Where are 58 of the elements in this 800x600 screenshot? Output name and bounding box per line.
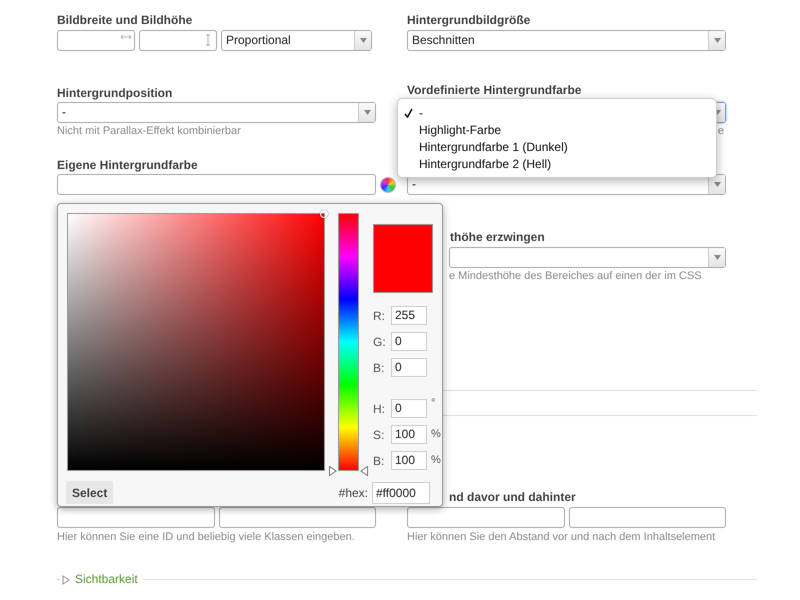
hex-label: #hex: (338, 484, 368, 502)
picker-handle[interactable] (320, 210, 328, 218)
hex-field[interactable]: #ff0000 (372, 482, 430, 504)
field-label: B: (373, 452, 386, 470)
dropdown-option[interactable]: - (398, 104, 716, 121)
saturation-brightness-area[interactable] (67, 213, 325, 471)
field-hint: Nicht mit Parallax-Effekt kombinierbar (57, 124, 242, 138)
field-label: G: (373, 334, 387, 350)
field-label: Hintergrundposition (57, 86, 174, 101)
caret-icon (364, 110, 370, 115)
field-label: Vordefinierte Hintergrundfarbe (407, 83, 582, 98)
text-field[interactable] (57, 507, 214, 528)
select-field[interactable]: - (57, 102, 376, 123)
field-label: S: (373, 426, 386, 444)
value-field[interactable]: 0 (391, 332, 427, 351)
text-field[interactable] (407, 507, 564, 528)
caret-icon (714, 182, 720, 187)
expand-triangle-icon[interactable] (61, 574, 71, 584)
select-field[interactable]: Beschnitten (407, 30, 726, 51)
field-label: R: (373, 308, 386, 324)
field-label: Hintergrundbildgröße (407, 13, 532, 28)
vertical-arrows-icon (205, 34, 211, 46)
field-hint: e Mindesthöhe des Bereiches auf einen der im CSS (448, 269, 703, 283)
field-label: H: (373, 400, 386, 418)
select-button[interactable]: Select (66, 481, 114, 504)
value-field[interactable]: 0 (391, 358, 427, 377)
unit-label: ° (431, 396, 436, 411)
value-field[interactable]: 255 (391, 306, 427, 325)
horizontal-arrows-icon (121, 34, 131, 40)
dropdown-option[interactable]: Highlight-Farbe (398, 121, 716, 138)
field-hint: e (718, 124, 725, 138)
select-field[interactable]: Proportional (221, 30, 372, 51)
color-wheel-icon[interactable] (380, 176, 396, 192)
value-field[interactable]: 0 (391, 399, 427, 418)
field-hint: Hier können Sie den Abstand vor und nach dem Inhaltselement (407, 530, 716, 544)
text-field[interactable] (218, 507, 376, 528)
dropdown-option[interactable]: Hintergrundfarbe 1 (Dunkel) (398, 138, 716, 155)
checkmark-icon (404, 108, 413, 118)
field-label: B: (373, 360, 386, 376)
text-field[interactable] (568, 507, 726, 528)
field-label: thöhe erzwingen (449, 230, 546, 245)
unit-label: % (431, 453, 441, 468)
select-field[interactable] (449, 247, 726, 268)
value-field[interactable]: 100 (391, 425, 427, 444)
value-field[interactable]: 100 (391, 451, 427, 470)
dropdown-option[interactable]: Hintergrundfarbe 2 (Hell) (398, 155, 716, 172)
field-label: Eigene Hintergrundfarbe (57, 158, 199, 173)
text-field[interactable] (139, 30, 217, 51)
caret-icon (360, 38, 366, 43)
field-hint: Hier können Sie eine ID und beliebig viele Klassen eingeben. (57, 530, 356, 544)
text-field[interactable] (57, 30, 135, 51)
hue-slider-handle[interactable] (329, 466, 368, 476)
caret-icon (714, 38, 720, 43)
caret-icon (714, 255, 720, 260)
unit-label: % (431, 427, 441, 442)
color-preview (373, 224, 433, 293)
field-label: Bildbreite und Bildhöhe (57, 13, 194, 28)
text-field[interactable] (57, 174, 376, 195)
